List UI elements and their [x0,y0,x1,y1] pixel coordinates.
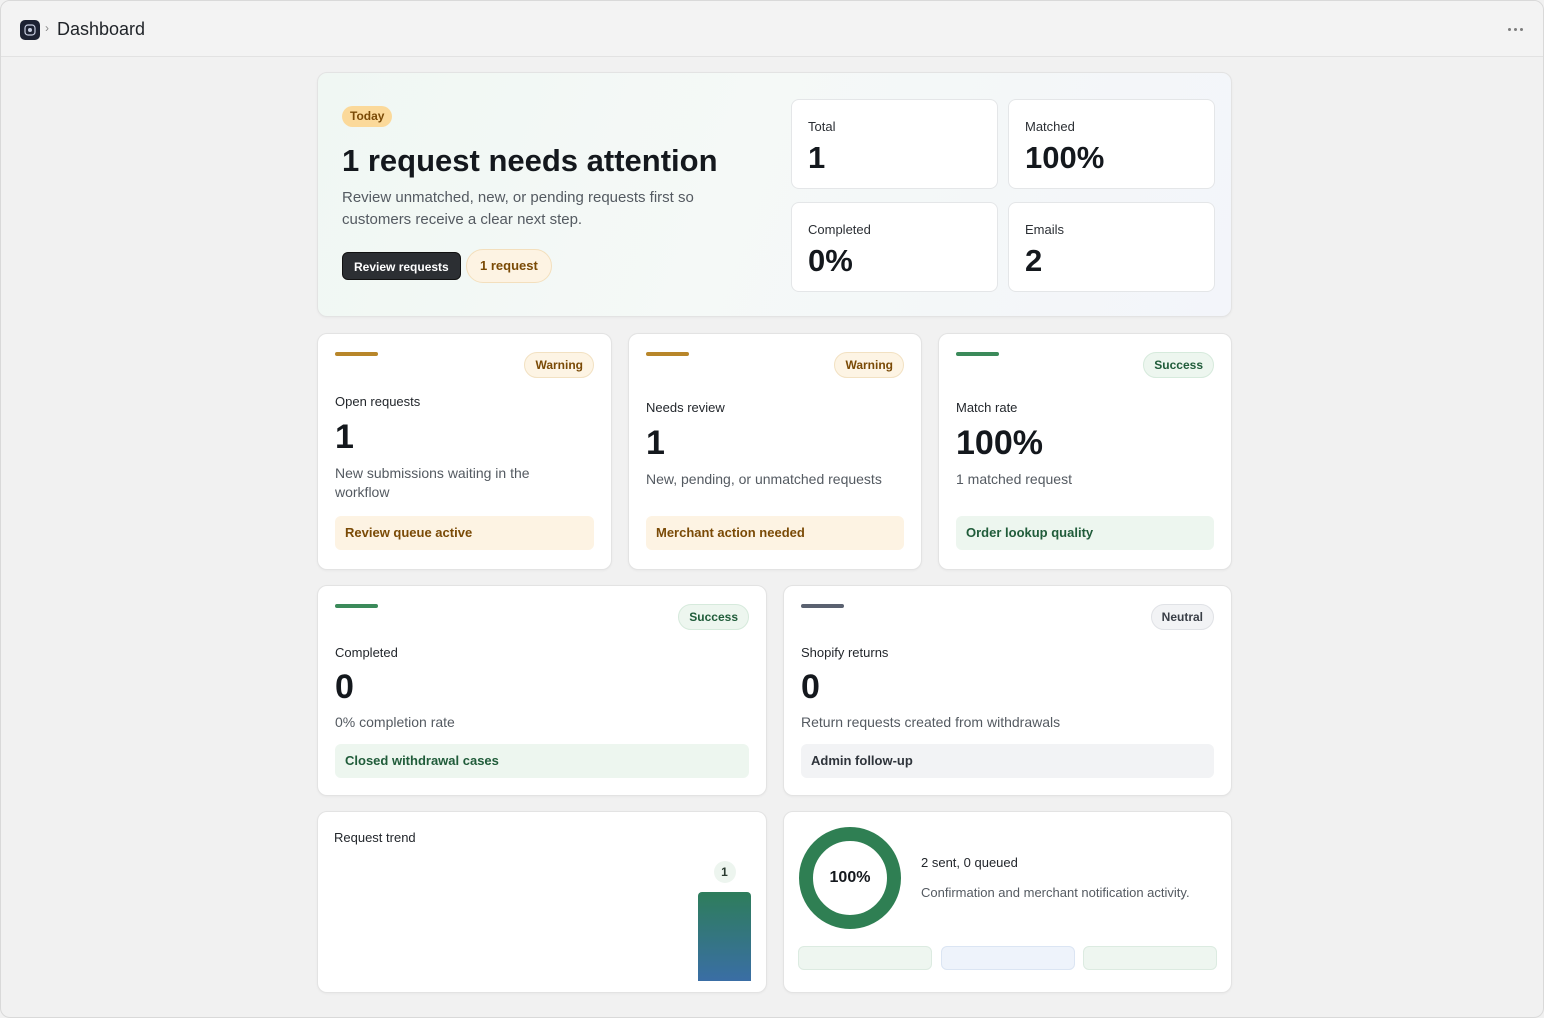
request-trend-card: Request trend 1 [317,811,767,993]
metric-description: New, pending, or unmatched requests [646,471,882,487]
stat-label: Total [808,119,836,134]
stat-matched: Matched 100% [1008,99,1215,189]
trend-title: Request trend [334,830,416,845]
status-stripe [956,352,999,356]
request-count-pill: 1 request [466,249,552,283]
stat-value: 1 [808,140,826,175]
hero-title: 1 request needs attention [342,143,718,178]
stat-value: 2 [1025,243,1043,278]
metric-value: 1 [335,418,354,456]
metric-label: Completed [335,645,398,660]
metric-label: Open requests [335,394,421,409]
more-horizontal-icon[interactable] [1503,17,1527,41]
metric-description: 1 matched request [956,471,1072,487]
stat-total: Total 1 [791,99,998,189]
stat-label: Matched [1025,119,1075,134]
metric-open-requests: Warning Open requests 1 New submissions … [317,333,612,570]
status-stripe [646,352,689,356]
metric-value: 1 [646,424,665,462]
top-bar: › Dashboard [1,1,1543,57]
stat-value: 100% [1025,140,1105,175]
status-badge: Success [1143,352,1214,378]
metric-footer: Closed withdrawal cases [335,744,749,778]
stat-completed: Completed 0% [791,202,998,292]
stat-value: 0% [808,243,853,278]
metric-label: Match rate [956,400,1018,415]
status-badge: Neutral [1150,604,1214,630]
metric-description: 0% completion rate [335,714,455,730]
status-badge: Warning [834,352,904,378]
metric-shopify-returns: Neutral Shopify returns 0 Return request… [783,585,1232,796]
status-stripe [335,604,378,608]
today-badge: Today [342,106,393,127]
attention-hero: Today 1 request needs attention Review u… [317,72,1232,317]
status-badge: Warning [524,352,594,378]
trend-bar[interactable] [698,892,751,981]
progress-chip [941,946,1075,970]
metric-match-rate: Success Match rate 100% 1 matched reques… [938,333,1232,570]
status-stripe [335,352,378,356]
review-requests-button[interactable]: Review requests [342,252,461,280]
donut-percent: 100% [829,869,871,886]
metric-value: 100% [956,424,1043,462]
trend-bar-label: 1 [713,861,736,883]
metric-label: Shopify returns [801,645,889,660]
email-donut-chart: 100% [798,826,902,930]
metric-footer: Merchant action needed [646,516,904,550]
app-logo-icon[interactable] [20,20,40,40]
email-activity-card: 100% 2 sent, 0 queued Confirmation and m… [783,811,1232,993]
app-window: › Dashboard Today 1 request needs attent… [0,0,1544,1018]
hero-description: Review unmatched, new, or pending reques… [342,189,694,228]
metric-description: New submissions waiting in the workflow [335,465,530,500]
metric-label: Needs review [646,400,725,415]
page-title: Dashboard [57,19,146,39]
metric-footer: Admin follow-up [801,744,1214,778]
metric-needs-review: Warning Needs review 1 New, pending, or … [628,333,922,570]
email-summary: 2 sent, 0 queued [921,855,1018,870]
email-description: Confirmation and merchant notification a… [921,885,1190,900]
stat-emails: Emails 2 [1008,202,1215,292]
metric-footer: Order lookup quality [956,516,1214,550]
metric-description: Return requests created from withdrawals [801,714,1061,730]
stat-label: Emails [1025,222,1065,237]
metric-footer: Review queue active [335,516,594,550]
chevron-right-icon: › [45,21,49,35]
progress-chip [1083,946,1217,970]
progress-chip [798,946,932,970]
status-badge: Success [678,604,749,630]
metric-completed: Success Completed 0 0% completion rate C… [317,585,767,796]
stat-label: Completed [808,222,871,237]
metric-value: 0 [335,668,354,706]
status-stripe [801,604,844,608]
metric-value: 0 [801,668,820,706]
